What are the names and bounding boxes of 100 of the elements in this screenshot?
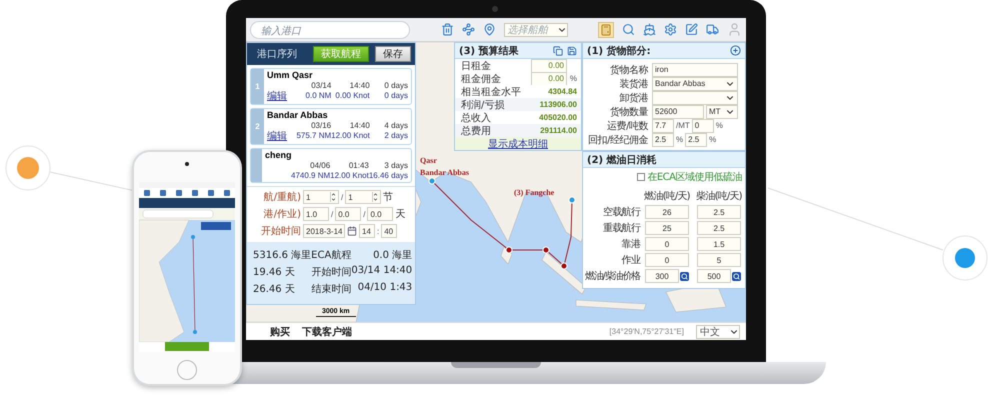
sea-days: 2 days bbox=[370, 131, 408, 142]
map-port-label: Qasr bbox=[420, 156, 437, 165]
form-label: 港/作业) bbox=[262, 208, 301, 221]
edit-link[interactable]: 编辑 bbox=[267, 91, 293, 102]
summary-value: 26.46 天 bbox=[253, 283, 296, 296]
search-icon[interactable] bbox=[622, 23, 635, 36]
save-button[interactable]: 保存 bbox=[375, 46, 411, 62]
search-field[interactable]: 输入港口 bbox=[250, 20, 410, 38]
sea-days: 16.46 days bbox=[368, 171, 408, 180]
ship-icon[interactable] bbox=[643, 23, 656, 36]
budget-value: 113906.00 bbox=[540, 100, 577, 109]
input-field[interactable]: 0.00 bbox=[531, 58, 567, 72]
save-icon[interactable] bbox=[567, 46, 577, 56]
port-card[interactable]: 2 Bandar Abbas 03/16 14:40 4 days 编辑 575.7 NM12.00 Knot 2 days bbox=[250, 108, 412, 145]
unit-select[interactable]: MT bbox=[706, 104, 738, 118]
footer-link[interactable]: 下载客户端 bbox=[302, 324, 352, 338]
summary-label: 结束时间 bbox=[311, 282, 352, 296]
summary-value: 0.0 海里 bbox=[372, 249, 412, 262]
input-field[interactable]: 0 bbox=[645, 253, 689, 267]
budget-value: 4304.84 bbox=[548, 87, 577, 96]
date-field[interactable]: 2018-3-14 bbox=[303, 224, 345, 238]
separator-label: : bbox=[377, 226, 380, 236]
footer-link[interactable]: 购买 bbox=[270, 324, 290, 338]
trash-icon[interactable] bbox=[440, 23, 454, 36]
edit-link[interactable]: 编辑 bbox=[267, 131, 293, 142]
input-field[interactable]: 25 bbox=[645, 221, 689, 235]
unit-label: % bbox=[676, 135, 684, 144]
port-number: 2 bbox=[255, 122, 260, 131]
input-field[interactable]: 7.7 bbox=[652, 118, 674, 132]
camera-icon bbox=[492, 6, 498, 12]
separator-label: / bbox=[363, 210, 366, 218]
input-field[interactable]: 52600 bbox=[652, 104, 704, 118]
separator-label: / bbox=[331, 210, 334, 218]
input-field[interactable]: 300 bbox=[645, 269, 679, 283]
input-field[interactable]: 2.5 bbox=[652, 132, 674, 146]
input-field[interactable]: 0.0 bbox=[335, 207, 362, 221]
budget-label: 相当租金水平 bbox=[461, 86, 522, 98]
form-label: 航/重航) bbox=[262, 190, 301, 204]
cargo-label: 货物数量 bbox=[609, 106, 649, 118]
language-select[interactable]: 中文 bbox=[696, 324, 740, 338]
spinner-field[interactable]: 1 bbox=[345, 190, 382, 204]
truck-icon[interactable] bbox=[706, 23, 719, 36]
home-button[interactable] bbox=[177, 360, 197, 380]
input-field[interactable]: 1.5 bbox=[697, 237, 741, 251]
port-date: 04/06 bbox=[309, 161, 330, 170]
search-button[interactable] bbox=[732, 272, 741, 280]
search-button[interactable] bbox=[680, 272, 689, 280]
input-field[interactable]: 0.0 bbox=[367, 207, 394, 221]
route-icon[interactable] bbox=[462, 23, 474, 36]
decorative-dot-icon bbox=[942, 236, 988, 280]
input-field[interactable]: 2.5 bbox=[697, 221, 741, 235]
select-field[interactable] bbox=[652, 90, 738, 104]
port-name: Bandar Abbas bbox=[267, 110, 329, 120]
port-card[interactable]: 1 Umm Qasr 03/14 14:40 0 days 编辑 0.0 NM 0.00 Knot 0 days bbox=[250, 68, 412, 105]
input-field[interactable]: 0 bbox=[645, 237, 689, 251]
copy-icon[interactable] bbox=[553, 46, 563, 56]
spinner-field[interactable]: 1 bbox=[303, 190, 339, 204]
panel-title: (1) 货物部分: bbox=[587, 44, 652, 58]
fuel-row-label: 靠港 bbox=[622, 238, 640, 251]
form-label: 开始时间 bbox=[260, 224, 301, 238]
port-card[interactable]: cheng 04/06 01:43 3 days 4740.9 NM12.00 Knot16.46 days bbox=[250, 148, 412, 183]
column-header: 燃油(吨/天) bbox=[644, 190, 690, 203]
fuel-row-label: 作业 bbox=[622, 254, 640, 267]
hour-field[interactable]: 14 bbox=[359, 224, 375, 238]
select-field[interactable]: Bandar Abbas bbox=[652, 76, 738, 90]
calendar-icon[interactable] bbox=[347, 226, 357, 236]
panel-title: 港口序列 bbox=[257, 48, 298, 61]
unit-label: 节 bbox=[383, 190, 394, 204]
port-days: 0 days bbox=[370, 81, 408, 90]
add-icon[interactable] bbox=[730, 45, 741, 56]
eca-checkbox[interactable] bbox=[637, 173, 646, 181]
input-field[interactable]: 0.00 bbox=[531, 72, 567, 86]
checkbox-label: 在ECA区域使用低硫油 bbox=[647, 170, 742, 184]
port-days: 3 days bbox=[368, 161, 408, 170]
input-field[interactable]: 500 bbox=[697, 269, 731, 283]
input-field[interactable]: 2.5 bbox=[685, 132, 708, 146]
map-port-label: (3) Fangche bbox=[514, 188, 554, 197]
budget-value: 291114.00 bbox=[540, 126, 577, 135]
fuel-row-label: 重载航行 bbox=[603, 222, 640, 235]
input-field[interactable]: 26 bbox=[645, 205, 689, 219]
minute-field[interactable]: 40 bbox=[381, 224, 398, 238]
budget-value: 405020.00 bbox=[539, 113, 577, 122]
decorative-dot-icon bbox=[6, 146, 50, 190]
input-field[interactable]: 2.5 bbox=[697, 205, 741, 219]
port-name: Umm Qasr bbox=[267, 70, 314, 80]
port-days: 4 days bbox=[370, 121, 408, 130]
input-field[interactable]: 5 bbox=[697, 253, 741, 267]
input-field[interactable]: 0 bbox=[692, 118, 714, 132]
input-field[interactable]: 1.0 bbox=[303, 207, 329, 221]
leg-distance: 4740.9 NM bbox=[291, 171, 330, 180]
edit-icon[interactable] bbox=[685, 23, 698, 36]
input-field[interactable]: iron bbox=[652, 62, 738, 76]
cargo-label: 回扣/经纪佣金 bbox=[587, 134, 649, 146]
port-number: 1 bbox=[255, 82, 260, 91]
summary-label: ECA航程 bbox=[311, 248, 352, 262]
leg-speed: 0.00 Knot bbox=[334, 91, 370, 102]
settings-icon[interactable] bbox=[664, 23, 677, 36]
location-pin-icon[interactable] bbox=[482, 23, 496, 36]
port-date: 03/14 bbox=[310, 81, 332, 90]
summary-value: 03/14 14:40 bbox=[351, 265, 412, 278]
